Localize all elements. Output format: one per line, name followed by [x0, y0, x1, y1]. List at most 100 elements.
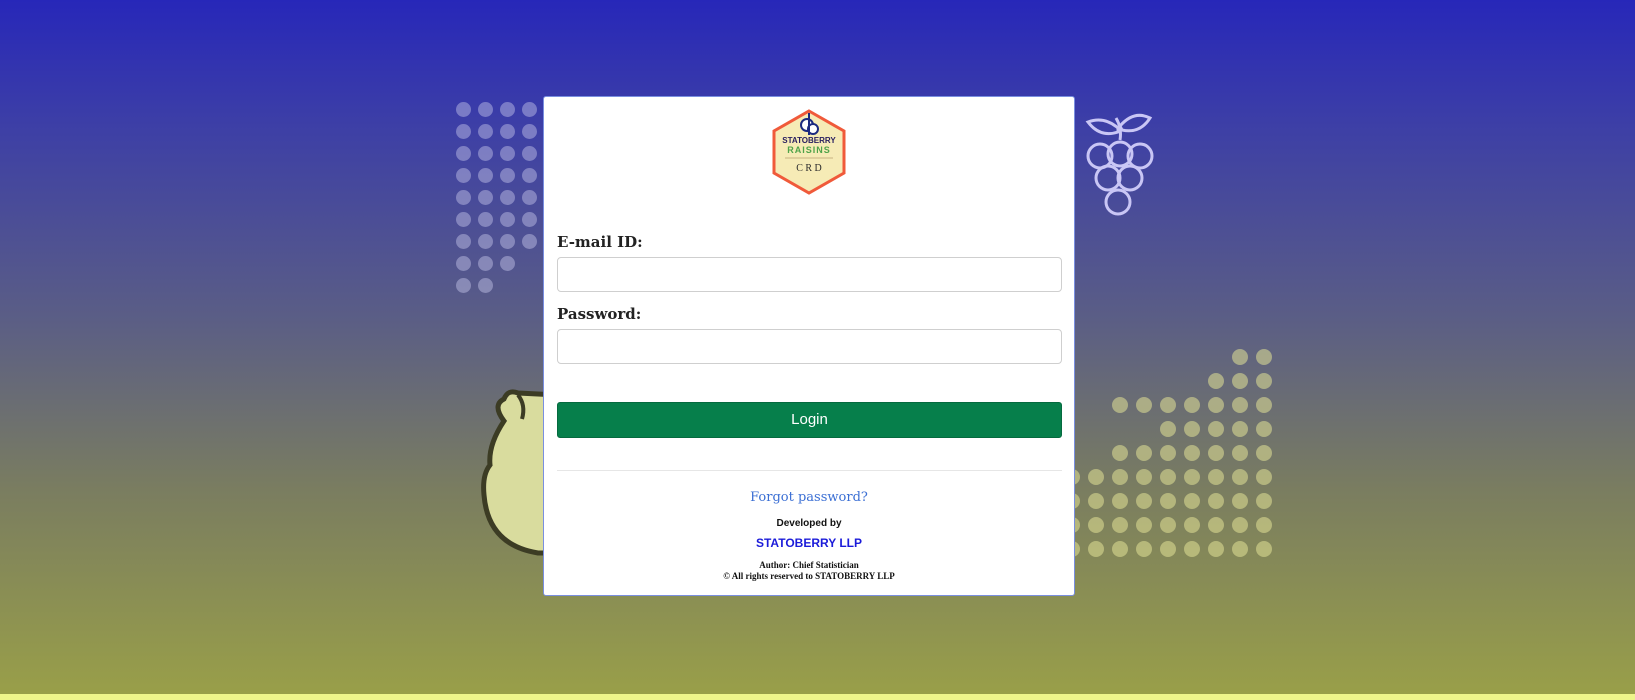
decorative-dot — [500, 190, 515, 205]
developed-by-text: Developed by — [776, 518, 842, 529]
divider — [557, 470, 1062, 471]
decorative-dot — [1112, 397, 1128, 413]
password-label: Password: — [557, 305, 642, 323]
decorative-dot — [1112, 493, 1128, 509]
statoberry-raisins-logo: STATOBERRY RAISINS C R D — [772, 109, 846, 195]
decorative-dot — [1256, 445, 1272, 461]
bottom-strip — [0, 694, 1635, 700]
decorative-dot — [478, 212, 493, 227]
decorative-dot — [522, 168, 537, 183]
decorative-dot — [478, 278, 493, 293]
decorative-dot — [1208, 397, 1224, 413]
decorative-dot — [1088, 541, 1104, 557]
decorative-dot — [456, 146, 471, 161]
decorative-dot — [500, 102, 515, 117]
login-button[interactable]: Login — [557, 402, 1062, 438]
decorative-dot — [1136, 493, 1152, 509]
company-link[interactable]: STATOBERRY LLP — [544, 536, 1074, 550]
decorative-dot — [456, 234, 471, 249]
decorative-dot — [478, 146, 493, 161]
decorative-dot — [478, 190, 493, 205]
decorative-dot — [500, 168, 515, 183]
decorative-dot — [522, 102, 537, 117]
decorative-dot — [1160, 541, 1176, 557]
decorative-dot — [478, 102, 493, 117]
decorative-dot — [1232, 397, 1248, 413]
decorative-dot — [1160, 517, 1176, 533]
decorative-dot — [1160, 469, 1176, 485]
decorative-dot — [456, 278, 471, 293]
decorative-dot — [1232, 421, 1248, 437]
author-text: Author: Chief Statistician — [759, 560, 859, 570]
decorative-dot — [1088, 493, 1104, 509]
decorative-dot — [1256, 421, 1272, 437]
decorative-dot — [456, 190, 471, 205]
decorative-dot — [1208, 541, 1224, 557]
decorative-dot — [1184, 445, 1200, 461]
password-field[interactable] — [557, 329, 1062, 364]
decorative-dot — [522, 190, 537, 205]
decorative-dot — [1208, 421, 1224, 437]
decorative-dot — [1256, 373, 1272, 389]
decorative-dot — [1208, 517, 1224, 533]
decorative-dot — [456, 212, 471, 227]
decorative-dot — [456, 256, 471, 271]
decorative-dot — [1208, 445, 1224, 461]
decorative-dot — [1112, 517, 1128, 533]
decorative-dot — [456, 102, 471, 117]
decorative-dot — [456, 124, 471, 139]
decorative-dot — [500, 212, 515, 227]
decorative-dot — [500, 234, 515, 249]
decorative-dot — [1088, 517, 1104, 533]
decorative-dot — [1232, 469, 1248, 485]
decorative-dot — [1256, 469, 1272, 485]
decorative-dot — [500, 256, 515, 271]
decorative-dot — [1256, 397, 1272, 413]
decorative-dot — [1136, 397, 1152, 413]
decorative-dot — [456, 168, 471, 183]
decorative-dot — [1256, 517, 1272, 533]
decorative-dot — [1136, 445, 1152, 461]
decorative-dot — [1184, 541, 1200, 557]
decorative-dot — [1112, 445, 1128, 461]
decorative-dot — [1184, 469, 1200, 485]
decorative-dot — [1136, 517, 1152, 533]
decorative-dot — [1232, 541, 1248, 557]
login-card: STATOBERRY RAISINS C R D E-mail ID: Pass… — [543, 96, 1075, 596]
decorative-dot — [1136, 541, 1152, 557]
decorative-dot — [522, 124, 537, 139]
decorative-dot — [1112, 469, 1128, 485]
logo-brand-middle: RAISINS — [787, 145, 831, 155]
decorative-dot — [500, 146, 515, 161]
email-field[interactable] — [557, 257, 1062, 292]
logo-brand-bottom: C R D — [796, 163, 822, 174]
decorative-dot — [500, 124, 515, 139]
decorative-dot — [1160, 421, 1176, 437]
decorative-dot — [1256, 493, 1272, 509]
email-label: E-mail ID: — [557, 233, 643, 251]
decorative-dot — [1184, 517, 1200, 533]
decorative-dot — [478, 168, 493, 183]
decorative-dot — [1256, 349, 1272, 365]
decorative-dot — [1136, 469, 1152, 485]
decorative-dot — [522, 234, 537, 249]
forgot-password-link[interactable]: Forgot password? — [544, 490, 1074, 505]
logo-brand-top: STATOBERRY — [782, 136, 836, 145]
decorative-dot — [1184, 493, 1200, 509]
decorative-dot — [1088, 469, 1104, 485]
decorative-dot — [1256, 541, 1272, 557]
decorative-dot — [1112, 541, 1128, 557]
decorative-dot — [522, 212, 537, 227]
decorative-dot — [1232, 373, 1248, 389]
copyright-text: © All rights reserved to STATOBERRY LLP — [723, 571, 895, 581]
grapes-icon — [1085, 113, 1154, 216]
decorative-dot — [478, 124, 493, 139]
decorative-dot — [1232, 517, 1248, 533]
decorative-dot — [1232, 493, 1248, 509]
decorative-dot — [1208, 469, 1224, 485]
decorative-dot — [1160, 493, 1176, 509]
decorative-dot — [522, 146, 537, 161]
decorative-dot — [478, 256, 493, 271]
decorative-dot — [1208, 493, 1224, 509]
decorative-dot — [1208, 373, 1224, 389]
